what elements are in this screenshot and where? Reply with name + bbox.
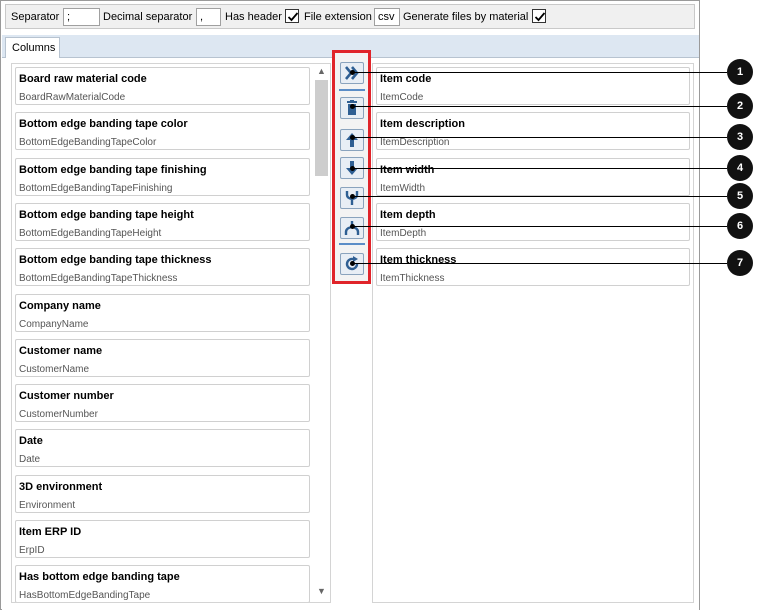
column-item[interactable]: Item ERP ID ErpID bbox=[15, 520, 310, 558]
column-item[interactable]: Board raw material code BoardRawMaterialC… bbox=[15, 67, 310, 105]
column-item[interactable]: Date Date bbox=[15, 429, 310, 468]
callout-anchor-dot bbox=[350, 70, 355, 75]
column-title: Bottom edge banding tape finishing bbox=[19, 163, 207, 176]
separator-line bbox=[339, 89, 365, 91]
column-title: Item depth bbox=[380, 208, 436, 221]
column-field: BottomEdgeBandingTapeColor bbox=[19, 137, 157, 149]
column-field: BoardRawMaterialCode bbox=[19, 92, 126, 103]
scroll-thumb[interactable] bbox=[315, 80, 328, 176]
column-item[interactable]: 3D environment Environment bbox=[15, 474, 310, 513]
column-field: BottomEdgeBandingTapeThickness bbox=[19, 273, 178, 285]
arrow-up-icon bbox=[346, 133, 358, 147]
callout-number: 7 bbox=[727, 250, 753, 276]
callout-number: 2 bbox=[727, 93, 753, 119]
column-title: Item width bbox=[380, 163, 435, 176]
column-item[interactable]: Bottom edge banding tape finishing Bottom… bbox=[15, 157, 310, 196]
callout-number: 3 bbox=[727, 124, 753, 150]
column-field: CustomerName bbox=[19, 363, 90, 375]
vertical-scrollbar[interactable]: ▲ ▼ bbox=[313, 64, 330, 602]
column-item[interactable]: Customer number CustomerNumber bbox=[15, 384, 310, 423]
selected-columns-list[interactable]: Item code ItemCode Item description ItemDes… bbox=[372, 63, 694, 603]
column-field: BottomEdgeBandingTapeHeight bbox=[19, 227, 162, 239]
checkmark-icon bbox=[287, 12, 299, 22]
column-item[interactable]: Bottom edge banding tape height BottomEdg… bbox=[15, 202, 310, 241]
column-item[interactable]: Customer name CustomerName bbox=[15, 338, 310, 377]
has-header-label: Has header bbox=[225, 11, 282, 23]
available-columns-list[interactable]: Board raw material code BoardRawMaterialC… bbox=[11, 63, 331, 603]
window-frame: Separator ; Decimal separator , Has head… bbox=[0, 0, 700, 610]
callout-number: 4 bbox=[727, 155, 753, 181]
callout-number: 5 bbox=[727, 183, 753, 209]
column-field: BottomEdgeBandingTapeFinishing bbox=[19, 182, 173, 194]
column-title: Customer number bbox=[19, 390, 114, 403]
callout-leader-line bbox=[352, 226, 727, 227]
column-field: ItemWidth bbox=[380, 182, 426, 194]
column-title: Item ERP ID bbox=[19, 526, 82, 538]
column-title: Company name bbox=[19, 299, 101, 312]
decimal-separator-input[interactable]: , bbox=[196, 8, 221, 26]
column-title: Has bottom edge banding tape bbox=[19, 571, 180, 584]
file-extension-label: File extension bbox=[304, 11, 372, 23]
callout-anchor-dot bbox=[350, 104, 355, 109]
column-field: CustomerNumber bbox=[19, 409, 98, 421]
column-title: Item code bbox=[380, 73, 432, 85]
column-title: 3D environment bbox=[19, 480, 103, 493]
scroll-down-icon[interactable]: ▼ bbox=[313, 586, 330, 600]
callout-leader-line bbox=[352, 137, 727, 138]
column-title: Item description bbox=[380, 118, 465, 131]
tab-columns[interactable]: Columns bbox=[5, 37, 60, 58]
column-item[interactable]: Company name CompanyName bbox=[15, 293, 310, 332]
column-item[interactable]: Has bottom edge banding tape HasBottomEdg… bbox=[15, 565, 310, 602]
callout-leader-line bbox=[352, 72, 727, 73]
column-title: Customer name bbox=[19, 344, 103, 357]
callout-leader-line bbox=[352, 106, 727, 107]
column-title: Item thickness bbox=[380, 254, 457, 267]
generate-by-material-checkbox[interactable] bbox=[532, 9, 546, 23]
column-field: ItemThickness bbox=[380, 273, 445, 285]
scroll-up-icon[interactable]: ▲ bbox=[313, 66, 330, 80]
move-up-button[interactable] bbox=[340, 129, 364, 151]
callout-anchor-dot bbox=[350, 135, 355, 140]
column-title: Board raw material code bbox=[19, 73, 147, 85]
column-item[interactable]: Item description ItemDescription bbox=[376, 112, 690, 151]
column-item[interactable]: Bottom edge banding tape thickness Bottom… bbox=[15, 248, 310, 287]
checkmark-icon bbox=[534, 12, 546, 22]
generate-by-material-label: Generate files by material bbox=[403, 11, 529, 23]
separator-label: Separator bbox=[11, 11, 60, 23]
decimal-separator-label: Decimal separator bbox=[103, 11, 193, 23]
column-field: CompanyName bbox=[19, 318, 89, 330]
column-field: HasBottomEdgeBandingTape bbox=[19, 590, 151, 602]
column-field: Date bbox=[19, 454, 41, 466]
callout-number: 6 bbox=[727, 213, 753, 239]
has-header-checkbox[interactable] bbox=[285, 9, 299, 23]
column-field: ItemDescription bbox=[380, 137, 450, 149]
column-item[interactable]: Bottom edge banding tape color BottomEdge… bbox=[15, 112, 310, 151]
column-item[interactable]: Item depth ItemDepth bbox=[376, 202, 690, 241]
column-field: ErpID bbox=[19, 545, 45, 556]
separator-input[interactable]: ; bbox=[63, 8, 100, 26]
separator-line bbox=[339, 243, 365, 245]
column-field: ItemCode bbox=[380, 92, 424, 103]
export-settings-toolbar: Separator ; Decimal separator , Has head… bbox=[5, 4, 695, 29]
column-title: Bottom edge banding tape color bbox=[19, 118, 188, 131]
callout-number: 1 bbox=[727, 59, 753, 85]
column-title: Bottom edge banding tape height bbox=[19, 208, 194, 221]
column-field: ItemDepth bbox=[380, 227, 427, 239]
callout-anchor-dot bbox=[350, 261, 355, 266]
callout-anchor-dot bbox=[350, 194, 355, 199]
column-title: Bottom edge banding tape thickness bbox=[19, 254, 212, 267]
column-item[interactable]: Item thickness ItemThickness bbox=[376, 248, 690, 287]
callout-anchor-dot bbox=[350, 166, 355, 171]
column-item[interactable]: Item width ItemWidth bbox=[376, 157, 690, 196]
callout-anchor-dot bbox=[350, 224, 355, 229]
column-field: Environment bbox=[19, 499, 76, 511]
callout-leader-line bbox=[352, 263, 727, 264]
column-title: Date bbox=[19, 435, 43, 448]
callout-leader-line bbox=[352, 196, 727, 197]
file-extension-input[interactable]: csv bbox=[374, 8, 400, 26]
callout-leader-line bbox=[352, 168, 727, 169]
